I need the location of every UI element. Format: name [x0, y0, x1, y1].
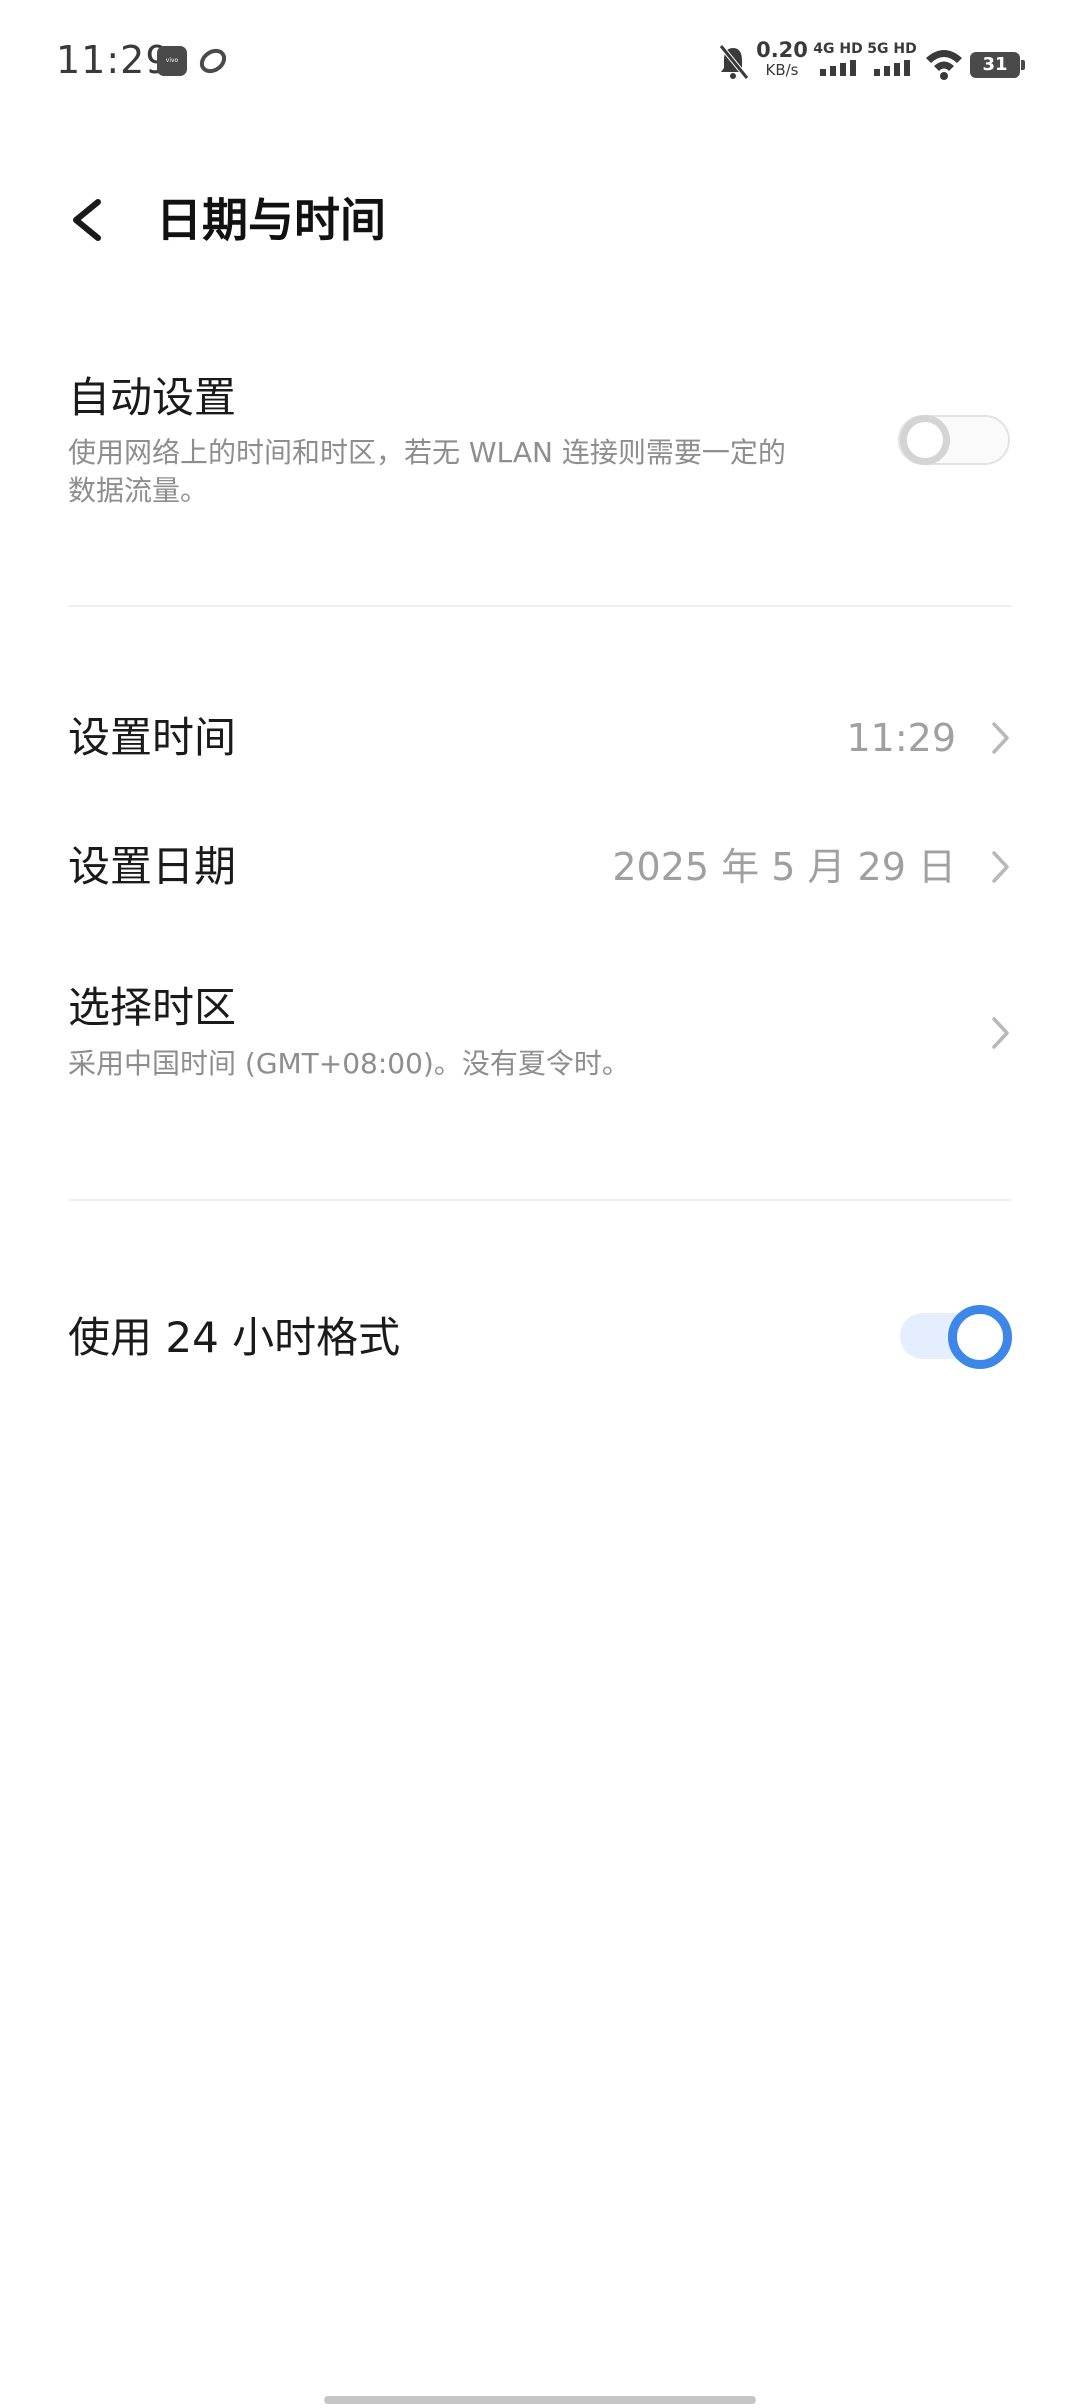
- set-time-title: 设置时间: [68, 713, 237, 762]
- home-indicator[interactable]: [324, 2396, 756, 2404]
- signal-bars-icon: [820, 60, 856, 76]
- divider: [68, 605, 1012, 607]
- auto-settings-title: 自动设置: [68, 373, 237, 422]
- vivo-icon: vivo: [157, 46, 187, 76]
- chevron-right-icon: [988, 847, 1012, 887]
- signal-4g-label: 4G HD: [813, 41, 863, 57]
- network-speed-value: 0.20: [756, 38, 808, 62]
- format-24h-title: 使用 24 小时格式: [68, 1313, 401, 1362]
- chevron-right-icon: [988, 718, 1012, 758]
- chevron-right-icon: [988, 1013, 1012, 1053]
- signal-4g: 4G HD: [812, 40, 864, 84]
- divider: [68, 1199, 1012, 1201]
- network-speed: 0.20 KB/s: [756, 40, 808, 84]
- toggle-knob: [948, 1305, 1012, 1369]
- toggle-knob: [900, 415, 950, 465]
- status-bar: 11:29 vivo 0.20 KB/s 4G HD 5G HD 31: [0, 0, 1080, 120]
- wifi-icon: [924, 40, 964, 84]
- mute-bell-icon: [716, 40, 750, 84]
- auto-settings-description-line1: 使用网络上的时间和时区，若无 WLAN 连接则需要一定的: [68, 436, 786, 469]
- battery-cap: [1021, 60, 1025, 70]
- timezone-description: 采用中国时间 (GMT+08:00)。没有夏令时。: [68, 1047, 630, 1080]
- back-arrow-icon[interactable]: [60, 188, 116, 252]
- date-time-settings-page: 11:29 vivo 0.20 KB/s 4G HD 5G HD 31 日期与时…: [0, 0, 1080, 2408]
- set-time-value: 11:29: [846, 716, 956, 760]
- timezone-title: 选择时区: [68, 983, 237, 1032]
- battery-level: 31: [970, 52, 1020, 78]
- set-date-title: 设置日期: [68, 842, 237, 891]
- signal-bars-icon: [874, 60, 910, 76]
- set-date-value: 2025 年 5 月 29 日: [612, 845, 956, 889]
- signal-5g: 5G HD: [866, 40, 918, 84]
- signal-5g-label: 5G HD: [867, 41, 917, 57]
- page-title: 日期与时间: [156, 193, 386, 247]
- auto-settings-description-line2: 数据流量。: [68, 474, 209, 507]
- network-speed-unit: KB/s: [765, 61, 799, 79]
- status-time: 11:29: [56, 38, 171, 82]
- format-24h-toggle[interactable]: [900, 1305, 1012, 1369]
- auto-settings-toggle[interactable]: [898, 409, 1010, 471]
- battery-icon: 31: [970, 52, 1026, 78]
- app-link-icon: [198, 46, 228, 76]
